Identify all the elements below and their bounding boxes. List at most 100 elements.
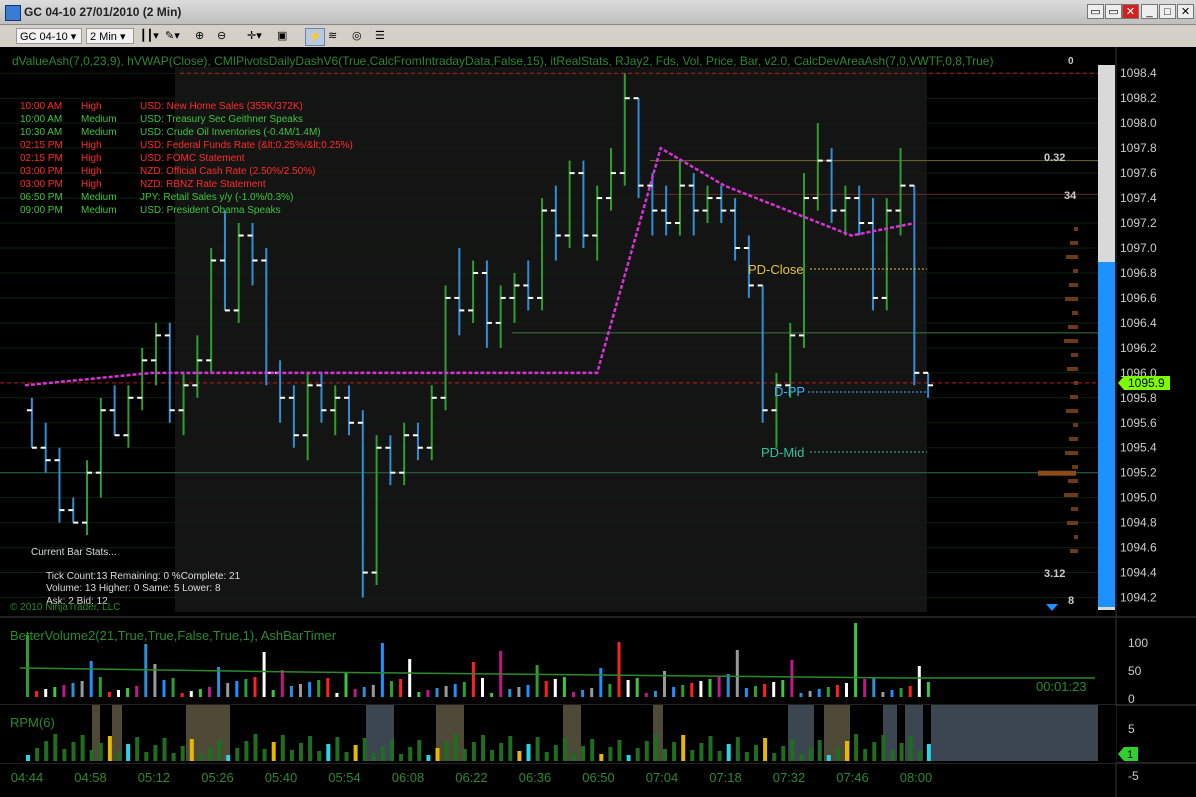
price-tick-label: 1097.0	[1120, 241, 1157, 255]
volume-bar	[399, 679, 403, 697]
rpm-current: 1	[1127, 749, 1133, 761]
period-selector[interactable]: 2 Min ▾	[86, 28, 134, 44]
news-impact: High	[81, 101, 102, 112]
indicator-header[interactable]: dValueAsh(7,0,23,9), hVWAP(Close), CMIPi…	[12, 54, 993, 68]
ladder-bar	[1064, 339, 1078, 343]
zoom-in-icon[interactable]: ⊕	[195, 28, 204, 44]
rpm-bar	[426, 755, 431, 761]
volume-bar	[581, 690, 585, 697]
price-tick-label: 1095.0	[1120, 491, 1157, 505]
rpm-bar	[899, 743, 904, 761]
price-tick-label: 1098.2	[1120, 91, 1157, 105]
price-tick-label: 1094.6	[1120, 541, 1157, 555]
rpm-bar	[744, 752, 749, 761]
drawing-tool-icon[interactable]: ✎▾	[165, 28, 180, 44]
rpm-bar	[289, 750, 294, 761]
ladder-bar	[1074, 381, 1078, 385]
rpm-bar	[126, 744, 131, 761]
volume-bar	[845, 683, 848, 697]
minimize-button[interactable]: _	[1141, 4, 1158, 19]
price-tick-label: 1095.4	[1120, 441, 1157, 455]
news-time: 09:00 PM	[20, 205, 63, 216]
indicators-icon[interactable]: ≋	[328, 28, 337, 44]
rpm-bar	[26, 755, 30, 761]
close-small-button[interactable]: ✕	[1122, 4, 1139, 19]
volume-bar	[462, 682, 466, 697]
volume-axis-0: 0	[1128, 692, 1135, 706]
rpm-bar	[262, 749, 267, 761]
time-tick-label: 05:12	[138, 770, 171, 785]
price-tick-label: 1095.8	[1120, 391, 1157, 405]
restore-small-button[interactable]: ▭	[1087, 4, 1104, 19]
volume-bar	[763, 684, 767, 697]
rpm-bar	[62, 749, 67, 761]
volume-bar	[699, 681, 703, 697]
news-impact: High	[81, 140, 102, 151]
volume-bar	[135, 686, 139, 697]
news-impact: High	[81, 153, 102, 164]
rpm-bar	[53, 734, 58, 761]
close-button[interactable]: ✕	[1177, 4, 1194, 19]
strategy-icon[interactable]: ⚡	[305, 28, 325, 46]
rpm-bar	[98, 743, 103, 761]
properties-icon[interactable]: ▣	[277, 28, 287, 44]
volume-bar	[126, 688, 130, 697]
volume-bar	[881, 692, 885, 697]
bar-stats-title: Current Bar Stats...	[31, 547, 117, 558]
rpm-bar	[471, 742, 476, 761]
rpm-bar	[399, 754, 404, 761]
volume-axis-50: 50	[1128, 664, 1142, 678]
rpm-bar	[353, 745, 358, 761]
volume-bar	[517, 687, 521, 697]
tile-button[interactable]: ▭	[1105, 4, 1122, 19]
rpm-bar	[826, 755, 831, 761]
news-event: USD: Federal Funds Rate (&lt;0.25%/&lt;0…	[140, 140, 353, 151]
rpm-bar	[708, 736, 713, 761]
volume-bar	[62, 685, 66, 697]
volume-bar	[863, 679, 867, 697]
ladder-bar	[1074, 227, 1078, 231]
instrument-selector[interactable]: GC 04-10 ▾	[16, 28, 82, 44]
volume-bar	[380, 643, 384, 697]
volume-bar	[408, 659, 412, 697]
volume-bar	[917, 666, 921, 697]
ladder-bar	[1069, 437, 1078, 441]
title-bar[interactable]: GC 04-10 27/01/2010 (2 Min) ▭ ▭ ✕ _ □ ✕	[0, 0, 1196, 25]
chart-area[interactable]: dValueAsh(7,0,23,9), hVWAP(Close), CMIPi…	[0, 47, 1196, 797]
rpm-background	[366, 705, 394, 761]
news-event: USD: Treasury Sec Geithner Speaks	[140, 114, 303, 125]
volume-bar	[453, 684, 457, 697]
rpm-bar	[35, 748, 40, 761]
ladder-bar	[1071, 507, 1078, 511]
news-impact: Medium	[81, 205, 117, 216]
rpm-bar	[535, 737, 540, 761]
rpm-bar	[508, 736, 513, 761]
volume-bar	[872, 677, 876, 697]
crosshair-icon[interactable]: ✛▾	[247, 28, 262, 44]
rpm-axis-5: 5	[1128, 722, 1135, 736]
volume-bar	[326, 678, 330, 697]
rpm-bar	[235, 748, 240, 761]
volume-bar	[672, 687, 676, 697]
data-box-icon[interactable]: ◎	[352, 28, 362, 44]
price-tick-label: 1096.6	[1120, 291, 1157, 305]
bar-type-icon[interactable]: ┃┃▾	[140, 28, 159, 44]
maximize-button[interactable]: □	[1159, 4, 1176, 19]
ladder-bar	[1064, 493, 1078, 497]
volume-bar	[653, 691, 657, 697]
time-tick-label: 07:04	[646, 770, 679, 785]
rpm-bar	[308, 736, 313, 761]
volume-bar	[608, 684, 612, 697]
rpm-bar	[153, 745, 158, 761]
rpm-bar	[763, 738, 768, 761]
news-impact: Medium	[81, 192, 117, 203]
volume-bar	[617, 642, 621, 697]
volume-bar	[71, 683, 75, 697]
list-icon[interactable]: ☰	[375, 28, 385, 44]
rpm-bar	[872, 742, 877, 761]
time-tick-label: 05:26	[201, 770, 234, 785]
rpm-bar	[344, 752, 349, 761]
bar-timer: 00:01:23	[1036, 679, 1087, 694]
zoom-out-icon[interactable]: ⊖	[217, 28, 226, 44]
volume-bar	[117, 690, 120, 697]
